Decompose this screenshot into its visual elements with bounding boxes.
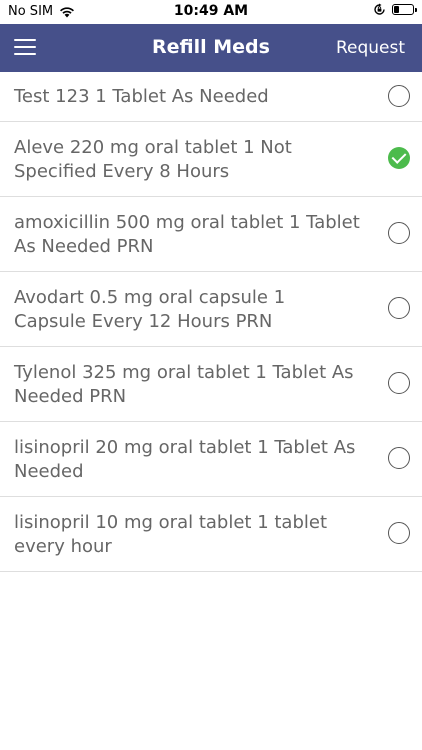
checkmark-circle-icon[interactable]	[388, 147, 410, 169]
battery-level	[394, 6, 399, 13]
med-row-tylenol[interactable]: Tylenol 325 mg oral tablet 1 Tablet As N…	[0, 347, 422, 422]
med-label: Avodart 0.5 mg oral capsule 1 Capsule Ev…	[14, 287, 286, 332]
med-label: Tylenol 325 mg oral tablet 1 Tablet As N…	[14, 362, 354, 407]
med-label: amoxicillin 500 mg oral tablet 1 Tablet …	[14, 212, 360, 257]
med-row-aleve[interactable]: Aleve 220 mg oral tablet 1 Not Specified…	[0, 122, 422, 197]
med-row-lisinopril-20[interactable]: lisinopril 20 mg oral tablet 1 Tablet As…	[0, 422, 422, 497]
status-time: 10:49 AM	[173, 3, 249, 19]
med-row-avodart[interactable]: Avodart 0.5 mg oral capsule 1 Capsule Ev…	[0, 272, 422, 347]
request-button[interactable]: Request	[336, 38, 405, 58]
menu-icon[interactable]	[14, 39, 36, 57]
nav-bar: Refill Meds Request	[0, 24, 422, 72]
med-row-lisinopril-10[interactable]: lisinopril 10 mg oral tablet 1 tablet ev…	[0, 497, 422, 572]
med-label: lisinopril 20 mg oral tablet 1 Tablet As…	[14, 437, 356, 482]
med-label: Aleve 220 mg oral tablet 1 Not Specified…	[14, 137, 292, 182]
status-right	[373, 3, 417, 16]
radio-unchecked-icon[interactable]	[388, 297, 410, 319]
status-bar: No SIM 10:49 AM	[0, 0, 422, 24]
med-label: lisinopril 10 mg oral tablet 1 tablet ev…	[14, 512, 328, 557]
med-row-amoxicillin[interactable]: amoxicillin 500 mg oral tablet 1 Tablet …	[0, 197, 422, 272]
radio-unchecked-icon[interactable]	[388, 522, 410, 544]
radio-unchecked-icon[interactable]	[388, 447, 410, 469]
med-row-test-123[interactable]: Test 123 1 Tablet As Needed	[0, 72, 422, 122]
radio-unchecked-icon[interactable]	[388, 84, 410, 107]
med-label: Test 123 1 Tablet As Needed	[14, 86, 269, 107]
radio-unchecked-icon[interactable]	[388, 372, 410, 394]
battery-icon	[392, 4, 417, 15]
med-list: Test 123 1 Tablet As Needed Aleve 220 mg…	[0, 72, 422, 572]
orientation-lock-icon	[374, 3, 385, 15]
radio-unchecked-icon[interactable]	[388, 222, 410, 244]
